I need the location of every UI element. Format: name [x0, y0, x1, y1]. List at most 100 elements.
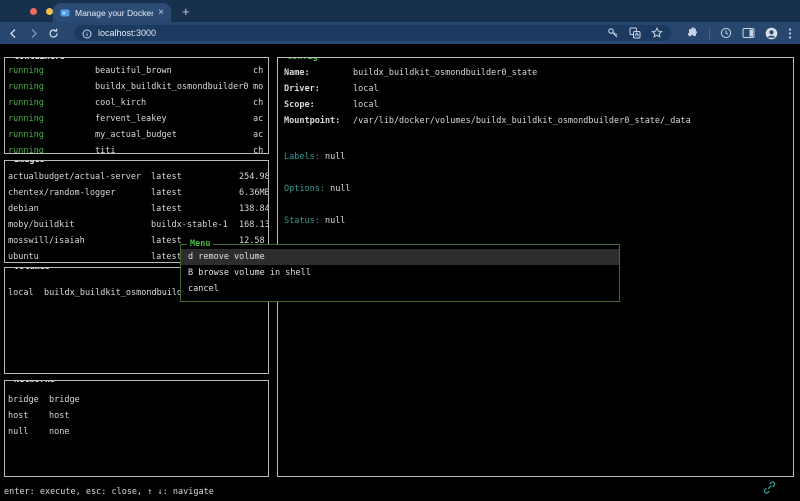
menu-popup: Menu d remove volume B browse volume in … — [180, 244, 620, 302]
container-name: cool_kirch — [95, 95, 146, 111]
image-name: mosswill/isaiah — [8, 233, 85, 249]
back-button[interactable] — [8, 28, 19, 39]
menu-item-cancel[interactable]: cancel — [181, 281, 619, 297]
config-key: Scope: — [284, 97, 315, 113]
image-tag: latest — [151, 169, 182, 185]
network-row[interactable]: bridge bridge — [5, 392, 268, 408]
container-row[interactable]: running my_actual_budget ac — [5, 127, 268, 143]
address-bar[interactable]: localhost:3000 — [74, 25, 671, 41]
network-driver: bridge — [49, 392, 80, 408]
container-name: my_actual_budget — [95, 127, 177, 143]
image-tag: latest — [151, 185, 182, 201]
config-value: null — [330, 184, 350, 194]
config-key: Status: — [284, 216, 320, 226]
network-row[interactable]: host host — [5, 408, 268, 424]
menu-item-browse-volume-in-shell[interactable]: B browse volume in shell — [181, 265, 619, 281]
keybinding-status-bar: enter: execute, esc: close, ↑ ↓: navigat… — [4, 484, 214, 500]
image-name: debian — [8, 201, 39, 217]
browser-toolbar: localhost:3000 — [0, 22, 800, 44]
network-row[interactable]: nullnone — [5, 424, 268, 440]
image-name: actualbudget/actual-server — [8, 169, 141, 185]
translate-icon[interactable] — [629, 27, 641, 39]
reload-button[interactable] — [48, 28, 59, 39]
image-size: 138.84 — [239, 201, 269, 217]
container-row[interactable]: runningbuildx_buildkit_osmondbuilder0mo — [5, 79, 268, 95]
url-text[interactable]: localhost:3000 — [98, 28, 156, 38]
menu-kebab-icon[interactable] — [788, 27, 792, 40]
config-value: null — [325, 152, 345, 162]
minimize-window-button[interactable] — [46, 8, 53, 15]
container-image: ch — [253, 63, 263, 79]
browser-window: Manage your Docker fleet w × + localhost… — [0, 0, 800, 501]
image-tag: latest — [151, 249, 182, 263]
container-row[interactable]: runningfervent_leakeyac — [5, 111, 268, 127]
image-tag: latest — [151, 201, 182, 217]
menu-item-remove-volume[interactable]: d remove volume — [181, 249, 619, 265]
browser-tab[interactable]: Manage your Docker fleet w × — [53, 3, 171, 22]
image-size: 254.98 — [239, 169, 269, 185]
container-status: running — [8, 95, 44, 111]
container-status: running — [8, 143, 44, 154]
images-panel-title: Images — [11, 160, 48, 165]
config-value: local — [353, 81, 379, 97]
config-value: null — [325, 216, 345, 226]
config-field: Driver: local — [278, 81, 793, 97]
favicon-docker — [60, 3, 70, 22]
image-row[interactable]: chentex/random-logger latest 6.36MB — [5, 185, 268, 201]
site-info-icon[interactable] — [82, 24, 92, 43]
network-name: bridge — [8, 392, 39, 408]
extensions-puzzle-icon[interactable] — [687, 27, 699, 39]
side-panel-icon[interactable] — [742, 27, 755, 39]
browser-tab-bar: Manage your Docker fleet w × + — [0, 0, 800, 22]
container-row[interactable]: running beautiful_brown ch — [5, 63, 268, 79]
close-window-button[interactable] — [30, 8, 37, 15]
tab-close-icon[interactable]: × — [158, 8, 164, 18]
containers-panel[interactable]: Containers runningbeautiful_brownch runn… — [4, 57, 269, 154]
config-value: /var/lib/docker/volumes/buildx_buildkit_… — [353, 113, 691, 129]
config-key: Driver: — [284, 81, 320, 97]
config-key: Name: — [284, 65, 310, 81]
image-name: chentex/random-logger — [8, 185, 115, 201]
container-name: buildx_buildkit_osmondbuilder0 — [95, 79, 249, 95]
container-image: ch — [253, 95, 263, 111]
config-field: Scope: local — [278, 97, 793, 113]
container-image: ac — [253, 127, 263, 143]
container-row[interactable]: running titi ch — [5, 143, 268, 154]
container-name: titi — [95, 143, 115, 154]
network-name: host — [8, 408, 28, 424]
image-row[interactable]: debian latest 138.84 — [5, 201, 268, 217]
image-size: 168.13 — [239, 217, 269, 233]
container-status: running — [8, 63, 44, 79]
networks-panel[interactable]: Networks bridgebridge hosthost nullnone — [4, 380, 269, 477]
container-row[interactable]: running cool_kirch ch — [5, 95, 268, 111]
history-clock-icon[interactable] — [720, 27, 732, 39]
network-driver: host — [49, 408, 69, 424]
container-image: ac — [253, 111, 263, 127]
new-tab-button[interactable]: + — [178, 3, 194, 21]
container-status: running — [8, 127, 44, 143]
config-value: local — [353, 97, 379, 113]
containers-panel-title: Containers — [11, 57, 68, 62]
profile-avatar[interactable] — [765, 27, 778, 40]
password-key-icon[interactable] — [607, 27, 619, 39]
docker-tui-page: Containers runningbeautiful_brownch runn… — [0, 44, 800, 501]
config-panel-title: Config — [284, 57, 321, 62]
container-name: beautiful_brown — [95, 63, 172, 79]
network-name: null — [8, 424, 28, 440]
image-row[interactable]: moby/buildkitbuildx-stable-1168.13 — [5, 217, 268, 233]
config-field: Labels: null — [278, 149, 793, 165]
config-field: Mountpoint: /var/lib/docker/volumes/build… — [278, 113, 793, 129]
config-key: Mountpoint: — [284, 113, 340, 129]
image-size: 6.36MB — [239, 185, 269, 201]
link-icon[interactable] — [763, 481, 776, 497]
forward-button[interactable] — [28, 28, 39, 39]
config-key: Labels: — [284, 152, 320, 162]
bookmark-star-icon[interactable] — [651, 27, 663, 39]
volumes-panel-title: Volumes — [11, 267, 53, 272]
image-name: moby/buildkit — [8, 217, 75, 233]
image-tag: latest — [151, 233, 182, 249]
container-image: ch — [253, 143, 263, 154]
image-row[interactable]: actualbudget/actual-server latest 254.98 — [5, 169, 268, 185]
config-field: Status: null — [278, 213, 793, 229]
image-name: ubuntu — [8, 249, 39, 263]
